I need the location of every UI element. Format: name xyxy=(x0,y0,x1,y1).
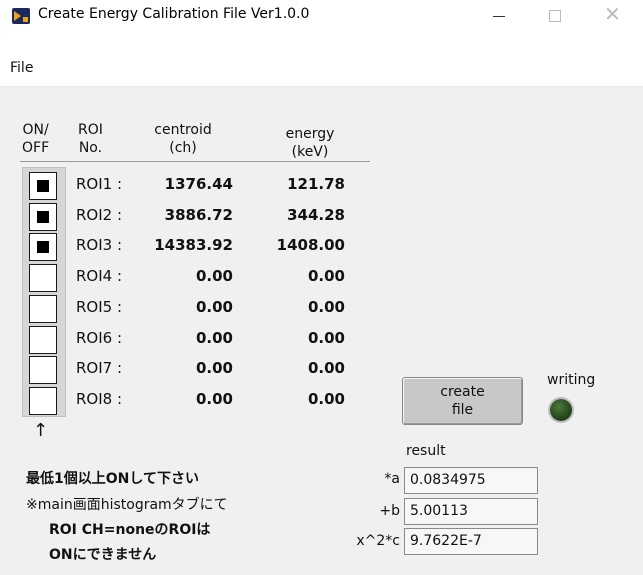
roi-label: ROI4 : xyxy=(76,267,123,285)
coef-c-value: 9.7622E-7 xyxy=(404,528,538,555)
centroid-value: 3886.72 xyxy=(164,206,233,224)
note-line3: ROI CH=noneのROIは xyxy=(49,522,211,538)
roi-checkbox[interactable] xyxy=(29,295,57,323)
roi-label: ROI7 : xyxy=(76,359,123,377)
maximize-button[interactable] xyxy=(532,0,578,31)
roi-checkbox[interactable] xyxy=(29,387,57,415)
writing-led-icon xyxy=(550,399,572,421)
roi-label: ROI2 : xyxy=(76,206,123,224)
close-icon: ✕ xyxy=(604,2,621,26)
coef-c-label: x^2*c xyxy=(356,533,400,549)
roi-checkbox[interactable] xyxy=(29,172,57,200)
window-title: Create Energy Calibration File Ver1.0.0 xyxy=(38,6,310,22)
roi-label: ROI3 : xyxy=(76,236,123,254)
energy-value: 0.00 xyxy=(307,298,345,316)
header-centroid-line1: centroid xyxy=(154,122,212,138)
centroid-value: 14383.92 xyxy=(154,236,233,254)
roi-checkbox[interactable] xyxy=(29,233,57,261)
close-button[interactable]: ✕ xyxy=(588,0,634,31)
centroid-value: 1376.44 xyxy=(164,175,233,193)
menu-file[interactable]: File xyxy=(10,60,33,76)
maximize-icon xyxy=(549,10,561,22)
result-label: result xyxy=(406,443,446,459)
create-file-label-line2: file xyxy=(451,402,474,418)
note-line4: ONにできません xyxy=(49,547,157,563)
coef-a-value: 0.0834975 xyxy=(404,467,538,494)
note-line2: ※main画面histogramタブにて xyxy=(26,497,228,513)
energy-value: 0.00 xyxy=(307,267,345,285)
up-arrow-icon: ↑ xyxy=(33,420,49,441)
centroid-value: 0.00 xyxy=(195,390,233,408)
coef-b-value: 5.00113 xyxy=(404,498,538,525)
header-energy-line2: (keV) xyxy=(291,144,329,160)
header-roi-line2: No. xyxy=(78,140,103,156)
roi-checkbox[interactable] xyxy=(29,203,57,231)
centroid-value: 0.00 xyxy=(195,359,233,377)
energy-value: 1408.00 xyxy=(276,236,345,254)
minimize-button[interactable] xyxy=(476,0,522,31)
centroid-value: 0.00 xyxy=(195,267,233,285)
writing-label: writing xyxy=(547,372,596,388)
header-energy-line1: energy xyxy=(285,126,335,142)
note-line1: 最低1個以上ONして下さい xyxy=(26,471,199,487)
header-energy: energy (keV) xyxy=(280,125,340,161)
coef-b-label: +b xyxy=(379,503,400,519)
energy-value: 0.00 xyxy=(307,359,345,377)
title-bar: Create Energy Calibration File Ver1.0.0 … xyxy=(0,0,643,31)
roi-label: ROI8 : xyxy=(76,390,123,408)
centroid-value: 0.00 xyxy=(195,298,233,316)
header-onoff-line1: ON/ xyxy=(22,122,49,138)
create-file-button[interactable]: create file xyxy=(402,377,523,425)
roi-checkbox[interactable] xyxy=(29,356,57,384)
roi-checkbox[interactable] xyxy=(29,326,57,354)
header-onoff-line2: OFF xyxy=(22,140,50,156)
create-file-label-line1: create xyxy=(440,384,485,400)
energy-value: 0.00 xyxy=(307,390,345,408)
energy-value: 344.28 xyxy=(287,206,345,224)
roi-label: ROI5 : xyxy=(76,298,123,316)
app-icon xyxy=(12,8,30,24)
roi-checkbox[interactable] xyxy=(29,264,57,292)
energy-value: 121.78 xyxy=(287,175,345,193)
header-centroid: centroid (ch) xyxy=(148,121,218,157)
header-divider xyxy=(20,161,370,162)
checkbox-mark-icon xyxy=(37,180,49,192)
minimize-icon xyxy=(493,16,505,17)
checkbox-mark-icon xyxy=(37,211,49,223)
roi-label: ROI1 : xyxy=(76,175,123,193)
header-centroid-line2: (ch) xyxy=(169,140,197,156)
menu-bar: File xyxy=(0,31,643,87)
roi-label: ROI6 : xyxy=(76,329,123,347)
coef-a-label: *a xyxy=(384,471,400,487)
header-onoff: ON/ OFF xyxy=(22,121,49,157)
header-roi-line1: ROI xyxy=(78,122,103,138)
energy-value: 0.00 xyxy=(307,329,345,347)
checkbox-mark-icon xyxy=(37,241,49,253)
header-roi: ROI No. xyxy=(78,121,103,157)
centroid-value: 0.00 xyxy=(195,329,233,347)
